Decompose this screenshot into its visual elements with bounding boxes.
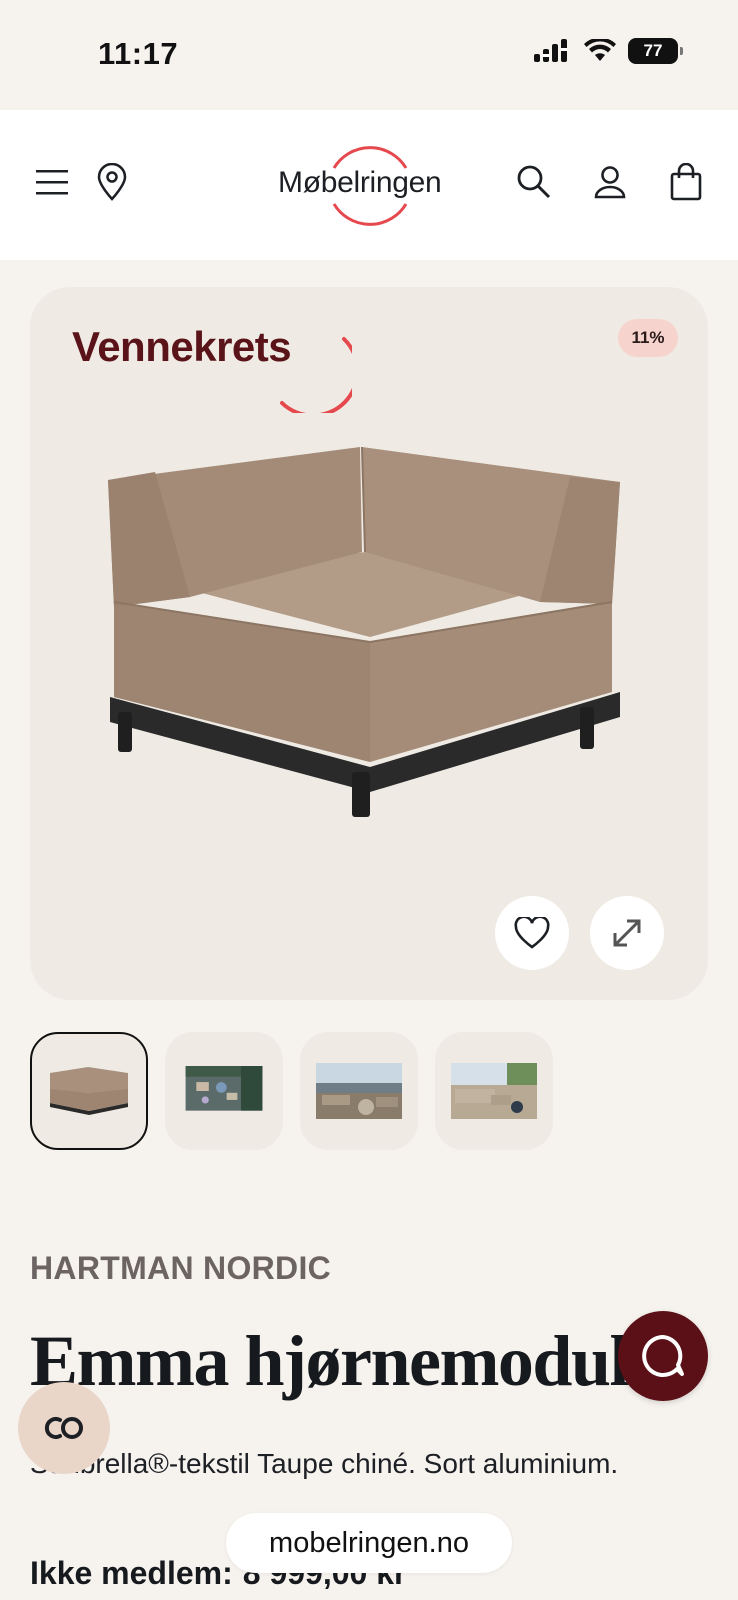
status-bar: 11:17 77: [0, 0, 738, 110]
thumbnail-strip: [30, 1032, 553, 1150]
thumbnail-image: [316, 1063, 402, 1119]
status-icons: 77: [534, 38, 683, 64]
thumbnail-image: [46, 1063, 132, 1119]
co-icon: [44, 1417, 83, 1439]
battery-indicator: 77: [628, 38, 683, 64]
shopping-bag-icon[interactable]: [664, 160, 708, 204]
chat-bubble-icon: [642, 1335, 684, 1377]
menu-icon[interactable]: [30, 160, 74, 204]
thumbnail-corner-module[interactable]: [30, 1032, 148, 1150]
thumbnail-image: [451, 1063, 537, 1119]
discount-badge: 11%: [618, 319, 678, 357]
product-image[interactable]: [100, 442, 640, 837]
thumbnail-terrace-view[interactable]: [300, 1032, 418, 1150]
logo-text: Møbelringen: [278, 166, 442, 199]
product-title: Emma hjørnemodul: [30, 1321, 630, 1401]
wifi-icon: [584, 39, 616, 61]
cobrowse-button[interactable]: [18, 1382, 110, 1474]
status-time: 11:17: [98, 36, 179, 71]
search-icon[interactable]: [512, 160, 556, 204]
thumbnail-aerial-patio[interactable]: [165, 1032, 283, 1150]
browser-url-pill[interactable]: mobelringen.no: [226, 1513, 512, 1573]
location-pin-icon[interactable]: [90, 160, 134, 204]
product-subtitle: Sunbrella®-tekstil Taupe chiné. Sort alu…: [30, 1448, 619, 1479]
price-label: Ikke medlem:: [30, 1555, 233, 1591]
heart-icon: [514, 917, 550, 949]
battery-level: 77: [643, 41, 663, 60]
favorite-button[interactable]: [495, 896, 569, 970]
signal-icon: [534, 39, 567, 62]
chat-button[interactable]: [618, 1311, 708, 1401]
thumbnail-sofa-terrace[interactable]: [435, 1032, 553, 1150]
user-icon[interactable]: [588, 160, 632, 204]
site-header: Møbelringen: [0, 110, 738, 260]
product-image-card[interactable]: Vennekrets 11%: [30, 287, 708, 1000]
thumbnail-image: [185, 1066, 263, 1111]
vennekrets-arc-icon: [280, 337, 352, 413]
site-logo[interactable]: Møbelringen: [270, 140, 470, 232]
product-brand[interactable]: HARTMAN NORDIC: [30, 1250, 331, 1287]
expand-icon: [613, 919, 641, 947]
expand-button[interactable]: [590, 896, 664, 970]
vennekrets-logo: Vennekrets: [72, 323, 352, 413]
